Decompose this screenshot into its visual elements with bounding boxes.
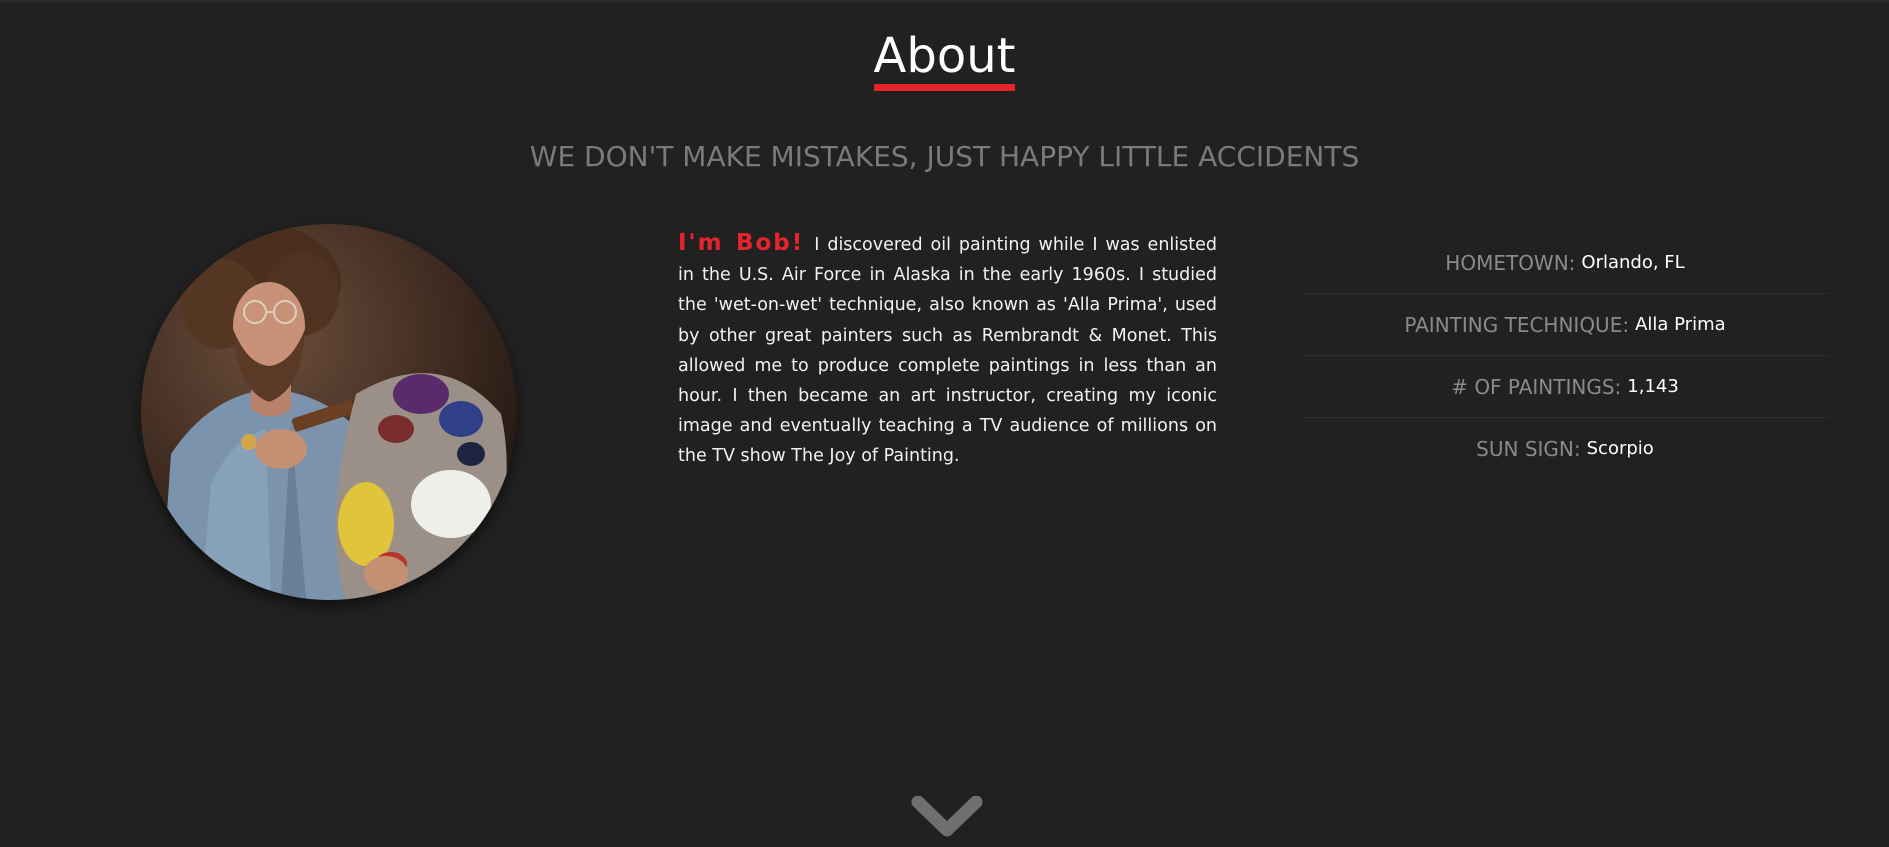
portrait-image — [141, 224, 517, 600]
scroll-down-button[interactable] — [910, 795, 984, 843]
fact-label: HOMETOWN: — [1445, 250, 1576, 275]
fact-label: SUN SIGN: — [1476, 436, 1581, 461]
chevron-down-icon — [911, 795, 983, 837]
fact-value: Orlando, FL — [1581, 252, 1685, 273]
fact-value: 1,143 — [1627, 376, 1679, 397]
fact-value: Scorpio — [1586, 438, 1654, 459]
fact-label: # OF PAINTINGS: — [1451, 374, 1622, 399]
bio-paragraph: I'm Bob! I discovered oil painting while … — [678, 228, 1217, 472]
bio-text: I discovered oil painting while I was en… — [678, 235, 1217, 467]
portrait-illustration — [141, 224, 517, 600]
fact-sun-sign: SUN SIGN: Scorpio — [1300, 418, 1830, 479]
tagline: WE DON'T MAKE MISTAKES, JUST HAPPY LITTL… — [529, 140, 1360, 173]
fact-hometown: HOMETOWN: Orlando, FL — [1300, 232, 1830, 294]
section-heading: About — [0, 30, 1889, 91]
top-divider — [0, 0, 1889, 2]
facts-list: HOMETOWN: Orlando, FL PAINTING TECHNIQUE… — [1300, 232, 1830, 479]
bio-greeting: I'm Bob! — [678, 230, 805, 256]
fact-label: PAINTING TECHNIQUE: — [1404, 312, 1630, 337]
fact-paintings-count: # OF PAINTINGS: 1,143 — [1300, 356, 1830, 418]
fact-value: Alla Prima — [1635, 314, 1726, 335]
fact-painting-technique: PAINTING TECHNIQUE: Alla Prima — [1300, 294, 1830, 356]
page-title: About — [873, 30, 1016, 91]
